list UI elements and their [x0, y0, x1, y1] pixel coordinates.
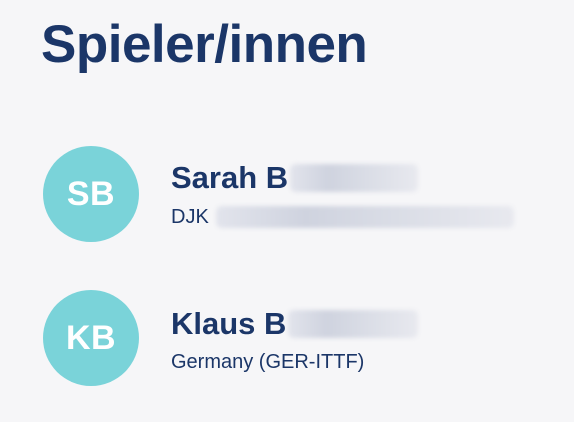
player-name: Sarah B — [171, 160, 419, 196]
player-name-text: Sarah B — [171, 160, 289, 195]
player-name-text: Klaus B — [171, 306, 287, 341]
player-list-item[interactable]: SB Sarah B DJK — [43, 146, 563, 242]
player-club-text: Germany (GER-ITTF) — [171, 351, 365, 373]
player-club: DJK — [171, 205, 515, 229]
redacted-name-blur — [290, 163, 419, 192]
avatar: KB — [43, 290, 139, 386]
avatar: SB — [43, 146, 139, 242]
redacted-name-blur — [288, 309, 419, 338]
player-list-item[interactable]: KB Klaus B Germany (GER-ITTF) — [43, 290, 563, 386]
player-list: SB Sarah B DJK KB Klaus B Germany (GER-I… — [0, 0, 574, 422]
redacted-club-blur — [216, 205, 515, 228]
player-club-text: DJK — [171, 206, 209, 228]
player-name: Klaus B — [171, 306, 419, 342]
player-club: Germany (GER-ITTF) — [171, 351, 364, 374]
